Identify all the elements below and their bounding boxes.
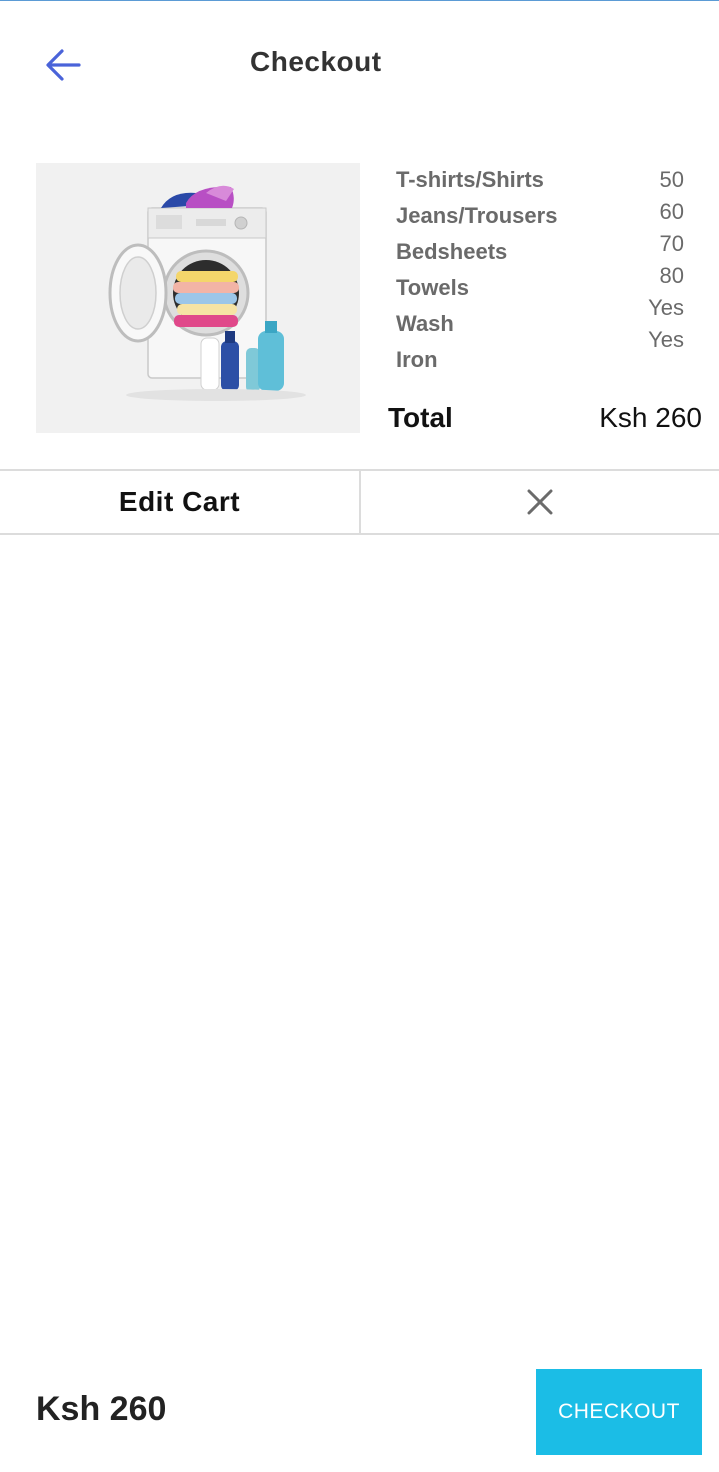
back-button[interactable] [40, 42, 86, 88]
cart-item-values: 50 60 70 80 Yes Yes [648, 166, 684, 358]
edit-cart-button[interactable]: Edit Cart [0, 471, 361, 533]
cart-actions: Edit Cart [0, 469, 719, 535]
cart-item-value: Yes [648, 295, 684, 320]
cart-item-value: 60 [659, 199, 684, 224]
cart-item-label: Iron [396, 347, 438, 372]
product-image [36, 163, 360, 433]
cart-item-label: Jeans/Trousers [396, 203, 558, 228]
page-title: Checkout [250, 46, 382, 77]
cart-item-value: 80 [659, 263, 684, 288]
total-value: Ksh 260 [599, 402, 702, 433]
cart-item-label: Towels [396, 275, 469, 300]
cart-item-labels: T-shirts/Shirts Jeans/Trousers Bedsheets… [396, 166, 557, 382]
cart-item-label: Bedsheets [396, 239, 508, 264]
cart-item-label: Wash [396, 311, 454, 336]
cart-item-value: 50 [659, 167, 684, 192]
remove-item-button[interactable] [361, 471, 719, 533]
close-icon [527, 489, 553, 515]
cart-item-value: 70 [659, 231, 684, 256]
arrow-left-icon [46, 49, 81, 81]
status-divider [0, 0, 719, 1]
footer-total: Ksh 260 [36, 1390, 167, 1428]
checkout-button[interactable]: CHECKOUT [536, 1369, 702, 1455]
cart-item-value: Yes [648, 327, 684, 352]
total-label: Total [388, 402, 453, 433]
cart-item-label: T-shirts/Shirts [396, 167, 544, 192]
